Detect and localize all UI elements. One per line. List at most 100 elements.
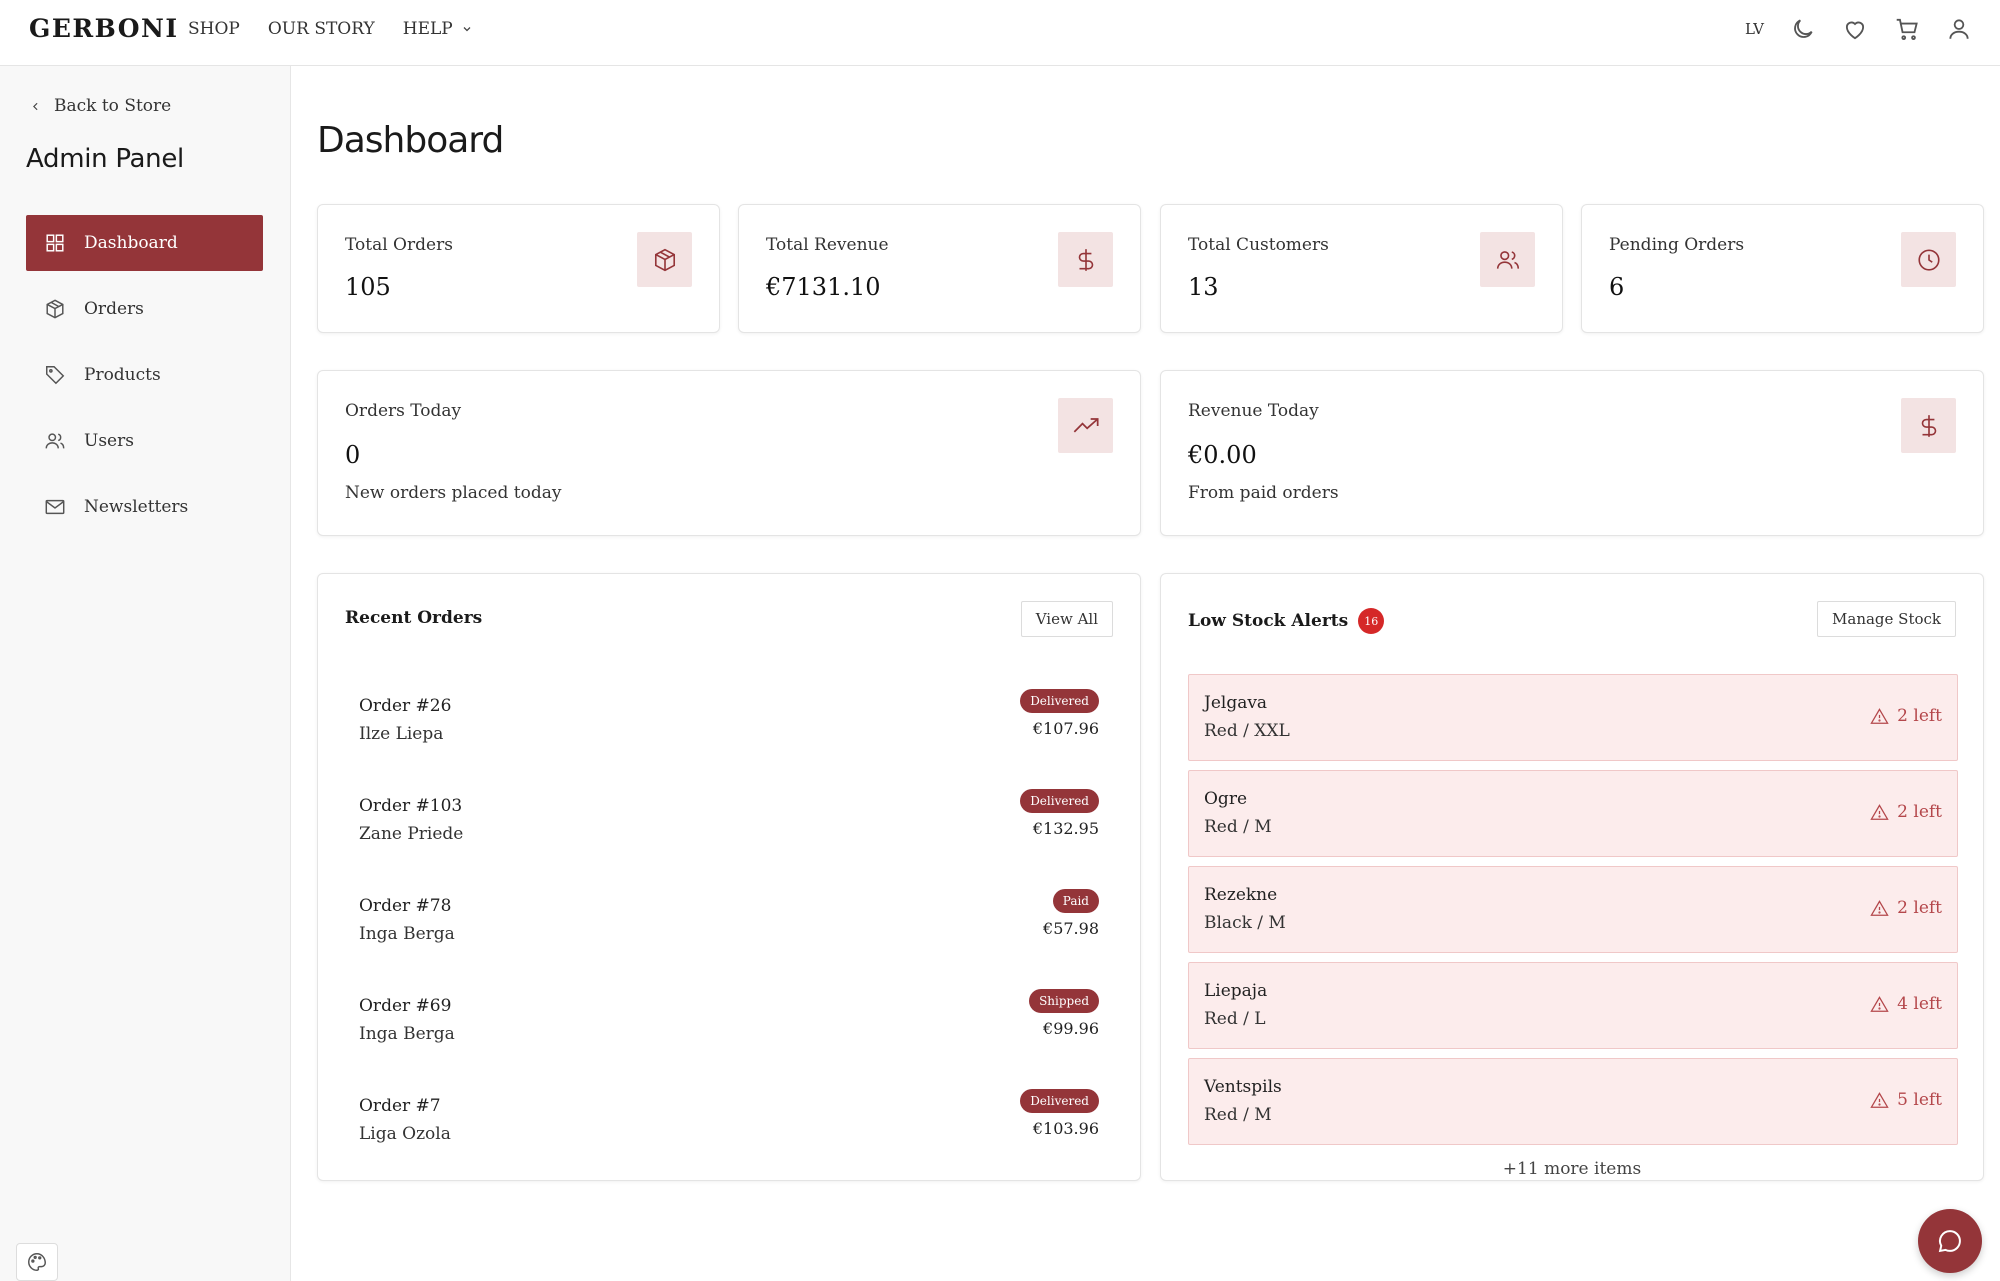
stock-variant: Red / M — [1204, 817, 1272, 837]
user-icon[interactable] — [1946, 16, 1972, 42]
back-to-store-label: Back to Store — [54, 96, 172, 116]
sidebar-title: Admin Panel — [26, 144, 184, 174]
stat-value: €7131.10 — [766, 273, 881, 301]
dollar-icon — [1078, 248, 1093, 271]
nav-our-story-label: OUR STORY — [267, 19, 375, 39]
chat-bubble-icon — [1938, 1230, 1961, 1253]
stock-variant: Red / M — [1204, 1105, 1272, 1125]
nav-help-label: HELP — [402, 19, 453, 39]
palette-icon — [28, 1253, 46, 1271]
stat-icon-dollar — [1058, 232, 1113, 287]
stock-remaining-label: 2 left — [1897, 802, 1942, 822]
nav-shop[interactable]: SHOP — [188, 19, 240, 39]
stat-label: Total Customers — [1188, 235, 1329, 255]
stock-remaining: 2 left — [1870, 802, 1942, 822]
stat-label: Pending Orders — [1609, 235, 1745, 255]
sidebar-item-newsletters[interactable]: Newsletters — [26, 479, 263, 535]
stock-alert-row[interactable]: Ventspils Red / M 5 left — [1188, 1058, 1958, 1145]
sidebar-item-orders[interactable]: Orders — [26, 281, 263, 337]
order-number: Order #7 — [359, 1096, 441, 1116]
admin-sidebar: Back to Store Admin Panel Dashboard Orde… — [0, 66, 291, 1281]
stat-card-total-customers: Total Customers 13 — [1160, 204, 1563, 333]
brand-logo[interactable]: GERBONI — [29, 14, 179, 43]
status-badge: Delivered — [1020, 689, 1099, 713]
stock-product-name: Liepaja — [1204, 981, 1268, 1001]
nav-our-story[interactable]: OUR STORY — [268, 19, 375, 39]
heart-icon[interactable] — [1842, 16, 1868, 42]
stock-variant: Black / M — [1204, 913, 1286, 933]
sidebar-item-label: Newsletters — [84, 497, 189, 517]
stat-icon-clock — [1901, 232, 1956, 287]
stock-alert-row[interactable]: Liepaja Red / L 4 left — [1188, 962, 1958, 1049]
warning-triangle-icon — [1870, 1091, 1889, 1108]
nav-help[interactable]: HELP — [403, 19, 473, 39]
sidebar-item-label: Dashboard — [84, 233, 178, 253]
stat-icon-users — [1480, 232, 1535, 287]
stock-remaining: 5 left — [1870, 1090, 1942, 1110]
sidebar-item-dashboard[interactable]: Dashboard — [26, 215, 263, 271]
order-row[interactable]: Order #7 Liga Ozola Delivered €103.96 — [359, 1089, 1099, 1176]
stat-value: 0 — [345, 441, 361, 469]
stock-product-name: Rezekne — [1204, 885, 1278, 905]
order-amount: €57.98 — [1043, 919, 1099, 938]
low-stock-count-badge: 16 — [1358, 608, 1385, 634]
order-row[interactable]: Order #26 Ilze Liepa Delivered €107.96 — [359, 689, 1099, 776]
stat-card-pending-orders: Pending Orders 6 — [1581, 204, 1984, 333]
order-amount: €107.96 — [1032, 719, 1099, 738]
stock-remaining-label: 5 left — [1897, 1090, 1942, 1110]
orders-today-card: Orders Today 0 New orders placed today — [317, 370, 1141, 536]
warning-triangle-icon — [1870, 899, 1889, 916]
back-to-store-link[interactable]: Back to Store — [29, 96, 171, 116]
stat-icon-dollar — [1901, 398, 1956, 453]
order-row[interactable]: Order #69 Inga Berga Shipped €99.96 — [359, 989, 1099, 1076]
warning-triangle-icon — [1870, 995, 1889, 1012]
order-amount: €132.95 — [1032, 819, 1099, 838]
order-number: Order #69 — [359, 996, 452, 1016]
stock-product-name: Ogre — [1204, 789, 1248, 809]
grid-icon — [46, 234, 64, 252]
nav-shop-label: SHOP — [188, 19, 240, 39]
order-row[interactable]: Order #103 Zane Priede Delivered €132.95 — [359, 789, 1099, 876]
recent-orders-title: Recent Orders — [345, 608, 483, 628]
low-stock-title: Low Stock Alerts — [1188, 611, 1349, 631]
chevron-left-icon — [33, 102, 38, 110]
order-customer: Inga Berga — [359, 924, 455, 944]
stock-variant: Red / L — [1204, 1009, 1266, 1029]
sidebar-item-label: Users — [84, 431, 134, 451]
order-number: Order #103 — [359, 796, 463, 816]
header-actions: LV — [1745, 16, 1972, 42]
users-icon — [45, 433, 65, 449]
status-badge: Shipped — [1029, 989, 1099, 1013]
main-nav: SHOP OUR STORY HELP — [188, 19, 501, 39]
order-customer: Inga Berga — [359, 1024, 455, 1044]
status-badge: Delivered — [1020, 789, 1099, 813]
stat-label: Total Orders — [345, 235, 453, 255]
stat-label: Orders Today — [345, 401, 462, 421]
stat-value: €0.00 — [1188, 441, 1257, 469]
chat-button[interactable] — [1918, 1209, 1982, 1273]
dollar-icon — [1921, 414, 1936, 437]
moon-icon[interactable] — [1790, 16, 1816, 42]
manage-stock-button[interactable]: Manage Stock — [1817, 601, 1956, 637]
trending-up-icon — [1073, 417, 1099, 432]
sidebar-item-users[interactable]: Users — [26, 413, 263, 469]
sidebar-item-label: Products — [84, 365, 161, 385]
order-row[interactable]: Order #78 Inga Berga Paid €57.98 — [359, 889, 1099, 976]
more-items-label: +11 more items — [1502, 1159, 1642, 1179]
language-switcher[interactable]: LV — [1745, 20, 1764, 38]
order-customer: Zane Priede — [359, 824, 464, 844]
stock-alert-row[interactable]: Ogre Red / M 2 left — [1188, 770, 1958, 857]
mail-icon — [45, 499, 65, 515]
palette-button[interactable] — [16, 1243, 58, 1281]
order-amount: €103.96 — [1032, 1119, 1099, 1138]
sidebar-item-products[interactable]: Products — [26, 347, 263, 403]
panel-title: Low Stock Alerts 16 — [1188, 608, 1385, 634]
view-all-button[interactable]: View All — [1020, 601, 1113, 637]
stock-alert-row[interactable]: Jelgava Red / XXL 2 left — [1188, 674, 1958, 761]
cart-icon[interactable] — [1894, 16, 1920, 42]
stock-product-name: Jelgava — [1204, 693, 1268, 713]
stat-value: 6 — [1609, 273, 1625, 301]
stock-product-name: Ventspils — [1204, 1077, 1282, 1097]
order-number: Order #26 — [359, 696, 452, 716]
stock-alert-row[interactable]: Rezekne Black / M 2 left — [1188, 866, 1958, 953]
